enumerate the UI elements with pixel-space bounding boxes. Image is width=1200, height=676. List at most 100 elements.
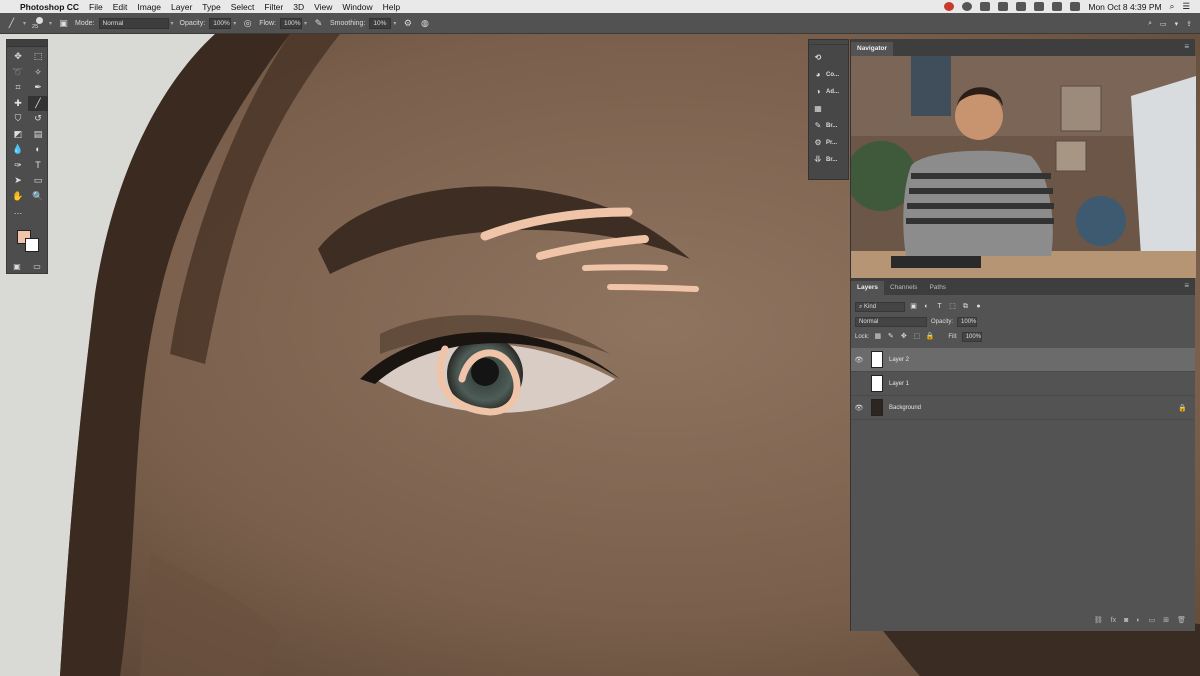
new-layer-icon[interactable]: ⊞ [1163,616,1169,624]
dock-history[interactable]: ⟲ [809,49,848,66]
filter-toggle-icon[interactable]: ● [974,302,983,311]
layer-row-layer-2[interactable]: 👁 Layer 2 [851,348,1195,372]
fill-field[interactable]: 100% [961,331,982,342]
background-color-swatch[interactable] [25,238,39,252]
eraser-tool-icon[interactable]: ◩ [8,127,28,143]
camera-icon[interactable] [980,2,991,11]
app-menu[interactable]: Photoshop CC [20,2,79,12]
layer-filter-select[interactable]: ⌕ Kind [855,301,905,312]
status-icon[interactable] [962,2,973,11]
path-selection-tool-icon[interactable]: ➤ [8,173,28,189]
brush-chevron-down-icon[interactable]: ▾ [49,20,52,27]
marquee-tool-icon[interactable]: ⬚ [28,49,48,65]
airplay-icon[interactable] [1034,2,1045,11]
tab-channels[interactable]: Channels [884,281,923,295]
filter-adjustment-icon[interactable]: ◐ [922,302,931,311]
dock-grip[interactable] [809,40,848,45]
menu-edit[interactable]: Edit [113,2,128,12]
cloud-icon[interactable] [998,2,1009,11]
brush-panel-toggle-icon[interactable]: ▣ [58,18,69,29]
battery-icon[interactable] [1052,2,1063,11]
tools-panel-grip[interactable] [7,40,47,47]
delete-layer-icon[interactable]: 🗑 [1177,616,1186,624]
healing-brush-tool-icon[interactable]: ✚ [8,96,28,112]
add-mask-icon[interactable]: ◙ [1124,617,1128,624]
zoom-tool-icon[interactable]: 🔍 [28,189,48,205]
quick-mask-icon[interactable]: ▣ [13,262,21,271]
smoothing-chevron-down-icon[interactable]: ▾ [393,20,396,27]
filter-smart-object-icon[interactable]: ⧉ [961,302,970,311]
tool-preset-chevron-icon[interactable]: ▾ [23,20,26,27]
pressure-opacity-icon[interactable]: ◎ [242,18,253,29]
menu-window[interactable]: Window [342,2,372,12]
tab-layers[interactable]: Layers [851,281,884,295]
menu-select[interactable]: Select [231,2,255,12]
pen-tool-icon[interactable]: ✑ [8,158,28,174]
workspace-icon[interactable]: ▭ [1160,20,1167,28]
menu-file[interactable]: File [89,2,103,12]
brush-preset-picker[interactable]: 25 [32,16,46,30]
visibility-eye-icon[interactable]: 👁 [851,356,867,364]
lock-artboard-icon[interactable]: ⬚ [912,332,921,341]
lock-all-icon[interactable]: 🔒 [925,332,934,341]
filter-pixel-icon[interactable]: ▣ [909,302,918,311]
lock-position-icon[interactable]: ✥ [899,332,908,341]
clone-stamp-tool-icon[interactable]: ⛉ [8,111,28,127]
creative-cloud-icon[interactable] [944,2,955,11]
link-layers-icon[interactable]: ⛓ [1094,616,1103,624]
dock-color[interactable]: ◕ Co... [809,66,848,83]
dock-adjustments[interactable]: ◑ Ad... [809,83,848,100]
tab-navigator[interactable]: Navigator [851,42,893,56]
filter-shape-icon[interactable]: ⬚ [948,302,957,311]
pressure-size-icon[interactable]: ◍ [419,18,430,29]
type-tool-icon[interactable]: T [28,158,48,174]
spotlight-icon[interactable]: ⌕ [1170,1,1175,12]
history-brush-tool-icon[interactable]: ↺ [28,111,48,127]
wifi-icon[interactable] [1070,2,1081,11]
tab-paths[interactable]: Paths [923,281,952,295]
search-icon[interactable]: ⌕ [1148,20,1152,28]
flow-chevron-down-icon[interactable]: ▾ [304,20,307,27]
magic-wand-tool-icon[interactable]: ✧ [28,65,48,81]
layer-row-layer-1[interactable]: Layer 1 [851,372,1195,396]
mode-chevron-down-icon[interactable]: ▾ [171,20,174,27]
move-tool-icon[interactable]: ✥ [8,49,28,65]
flow-field[interactable]: 100% [279,17,302,29]
smoothing-field[interactable]: 10% [369,17,392,29]
edit-toolbar-icon[interactable]: … [8,204,28,220]
new-group-icon[interactable]: ▭ [1149,616,1156,624]
crop-tool-icon[interactable]: ⌗ [8,80,28,96]
lock-image-icon[interactable]: ✎ [886,332,895,341]
opacity-field[interactable]: 100% [209,17,232,29]
workspace-chevron-down-icon[interactable]: ▾ [1175,20,1179,28]
layer-opacity-field[interactable]: 100% [957,316,978,327]
dodge-tool-icon[interactable]: ◐ [28,142,48,158]
menu-layer[interactable]: Layer [171,2,192,12]
gradient-tool-icon[interactable]: ▤ [28,127,48,143]
menu-view[interactable]: View [314,2,332,12]
blend-mode-select[interactable]: Normal [855,316,927,327]
brush-tool-icon[interactable]: ╱ [28,95,48,111]
panel-menu-icon[interactable]: ≡ [1184,42,1189,51]
filter-type-icon[interactable]: T [935,302,944,311]
layer-style-fx-icon[interactable]: fx [1111,617,1116,624]
dock-brushes[interactable]: ⥥ Br... [809,151,848,168]
blur-tool-icon[interactable]: 💧 [8,142,28,158]
screen-mode-icon[interactable]: ▭ [33,262,41,271]
layers-panel-menu-icon[interactable]: ≡ [1184,281,1189,290]
clock[interactable]: Mon Oct 8 4:39 PM [1088,2,1161,12]
lasso-tool-icon[interactable]: ➰ [8,65,28,81]
navigator-preview[interactable] [851,56,1196,278]
menu-image[interactable]: Image [137,2,161,12]
visibility-eye-icon[interactable]: 👁 [851,404,867,412]
opacity-chevron-down-icon[interactable]: ▾ [233,20,236,27]
dock-brush-settings[interactable]: ✎ Br... [809,117,848,134]
dock-presets[interactable]: ⚙ Pr... [809,134,848,151]
menu-help[interactable]: Help [383,2,400,12]
adjustment-layer-icon[interactable]: ◐ [1136,617,1140,624]
menu-filter[interactable]: Filter [264,2,283,12]
shape-tool-icon[interactable]: ▭ [28,173,48,189]
brush-tool-icon[interactable]: ╱ [6,18,17,29]
hand-tool-icon[interactable]: ✋ [8,189,28,205]
airbrush-icon[interactable]: ✎ [313,18,324,29]
